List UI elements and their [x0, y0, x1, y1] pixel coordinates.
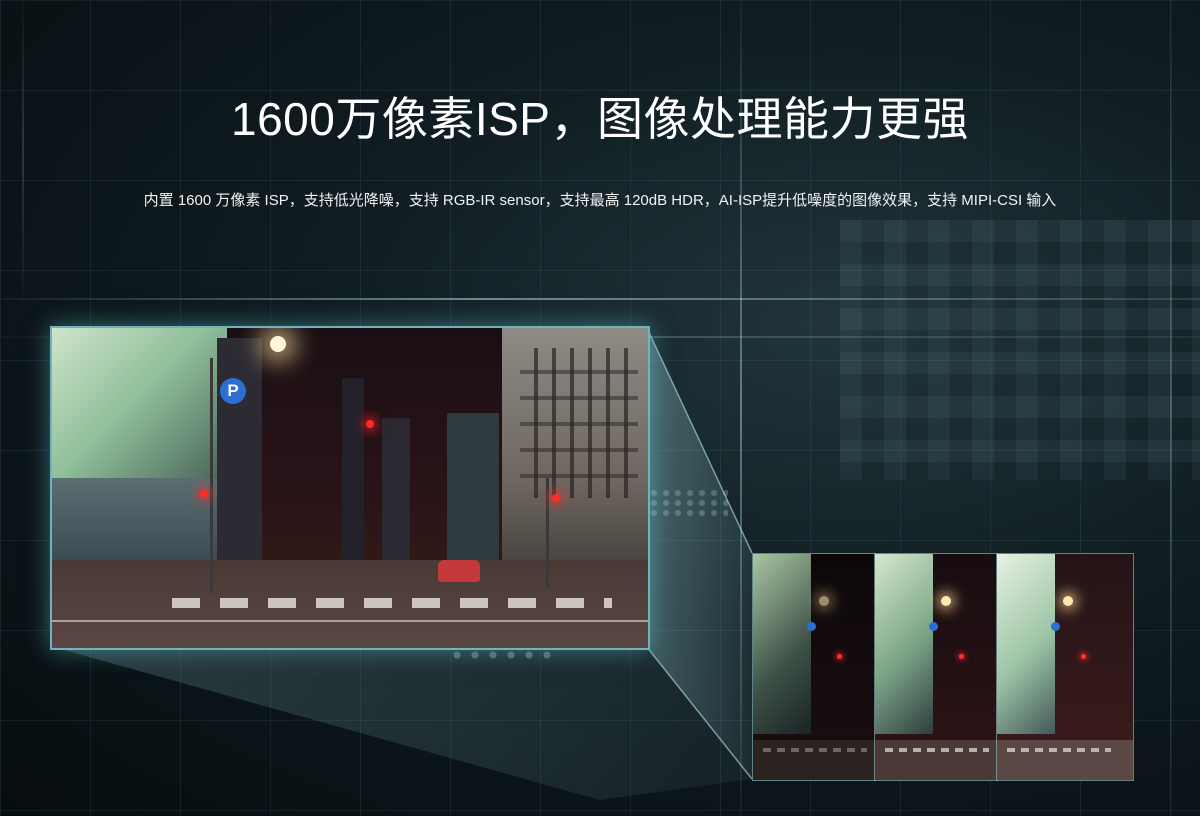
- panel-crosswalk: [763, 748, 867, 752]
- right-building-windows: [520, 348, 638, 498]
- panel-traffic-light: [1081, 654, 1086, 659]
- panel-traffic-light: [837, 654, 842, 659]
- panel-traffic-light: [959, 654, 964, 659]
- dot-decoration: [648, 488, 728, 518]
- vertical-light-line: [22, 0, 24, 300]
- panel-parking-sign: [807, 622, 816, 631]
- panel-parking-sign: [929, 622, 938, 631]
- panel-building: [875, 554, 933, 734]
- panel-building: [997, 554, 1055, 734]
- processed-image-medium: [874, 553, 998, 781]
- panel-crosswalk: [1007, 748, 1111, 752]
- lane-marking: [52, 620, 648, 622]
- middle-building: [217, 338, 262, 593]
- panel-lamp: [941, 596, 951, 606]
- distant-tower: [382, 418, 410, 578]
- page-title: 1600万像素ISP，图像处理能力更强: [231, 92, 969, 145]
- panel-crosswalk: [885, 748, 989, 752]
- horizontal-light-line: [0, 298, 1200, 300]
- background-tiles: [840, 220, 1200, 480]
- parked-car: [438, 560, 480, 582]
- crosswalk: [172, 598, 612, 608]
- panel-lamp: [819, 596, 829, 606]
- page-description: 内置 1600 万像素 ISP，支持低光降噪，支持 RGB-IR sensor，…: [143, 192, 1057, 209]
- panel-parking-sign: [1051, 622, 1060, 631]
- distant-tower: [447, 413, 499, 583]
- lamp-pole: [210, 358, 213, 593]
- dot-decoration: [448, 648, 558, 662]
- traffic-light-red: [366, 420, 374, 428]
- processed-image-bright: [996, 553, 1134, 781]
- night-street-image: P: [50, 326, 650, 650]
- panel-building: [753, 554, 811, 734]
- panel-road: [875, 740, 997, 780]
- distant-tower: [342, 378, 364, 578]
- street-lamp: [270, 336, 286, 352]
- panel-lamp: [1063, 596, 1073, 606]
- processed-image-dark: [752, 553, 876, 781]
- parking-sign-icon: P: [220, 378, 246, 404]
- traffic-light-red: [200, 490, 208, 498]
- traffic-light-red: [552, 494, 560, 502]
- panel-road: [753, 740, 875, 780]
- processed-image-stack: [752, 553, 1134, 781]
- panel-road: [997, 740, 1133, 780]
- signal-pole: [546, 478, 549, 588]
